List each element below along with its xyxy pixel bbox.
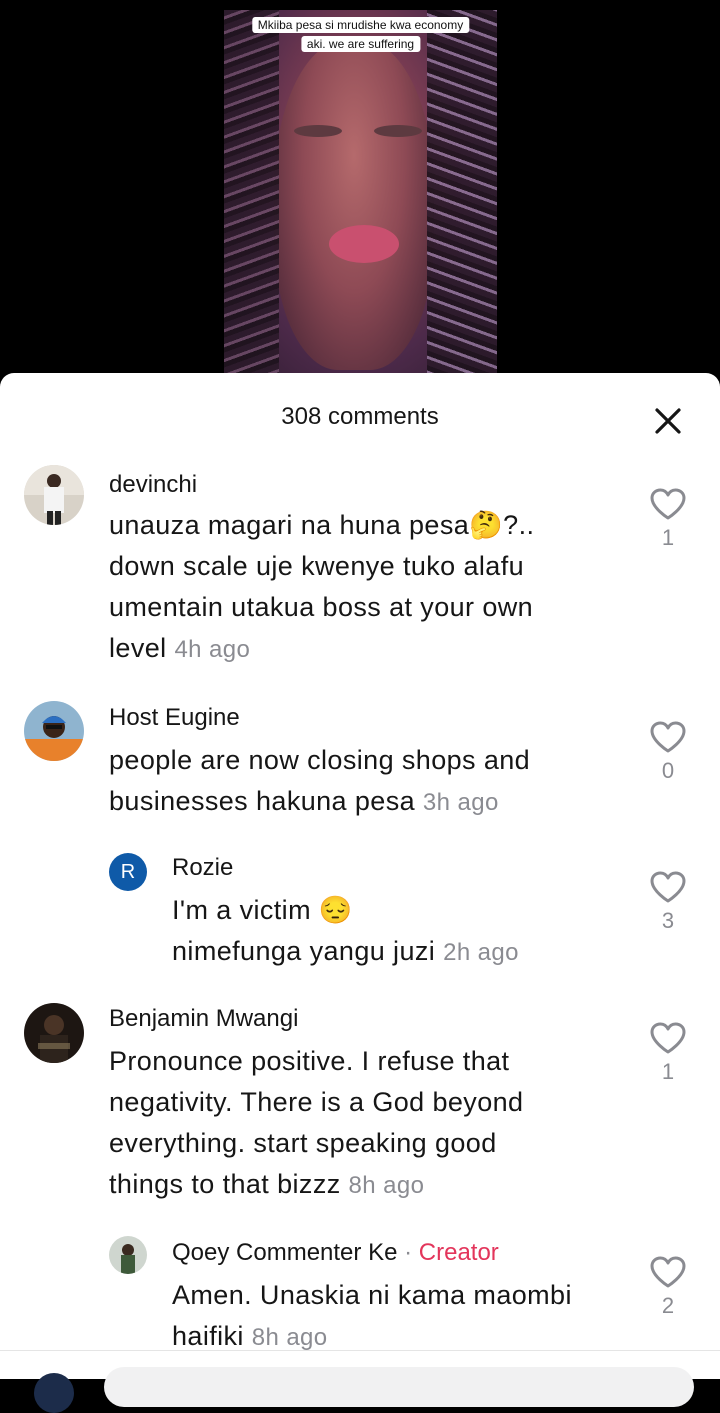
heart-icon [650, 1022, 686, 1054]
like-button[interactable]: 1 [646, 487, 690, 551]
comment-input-bar [0, 1350, 720, 1413]
like-count: 1 [661, 525, 675, 550]
comment-time: 8h ago [251, 1324, 328, 1351]
video-caption-line1: Mkiiba pesa si mrudishe kwa economy [251, 17, 470, 33]
avatar[interactable] [24, 701, 84, 761]
comment-input[interactable] [104, 1367, 694, 1407]
comment-username[interactable]: Rozie [172, 854, 233, 882]
comment-text-line: negativity. There is a God beyond [109, 1087, 524, 1117]
video-face [274, 40, 434, 370]
video-caption-line2: aki. we are suffering [300, 36, 421, 52]
comment-text-line: level [109, 633, 167, 663]
like-count: 3 [661, 908, 675, 933]
video-eye-right [374, 125, 422, 137]
video-player[interactable]: Mkiiba pesa si mrudishe kwa economy aki.… [0, 0, 720, 380]
like-count: 2 [661, 1293, 675, 1318]
comments-sheet: 308 comments devinchi unauza magari na h… [0, 373, 720, 1378]
comment-text-line: unauza magari na huna pesa🤔?.. [109, 510, 535, 540]
comment-text: unauza magari na huna pesa🤔?.. down scal… [109, 505, 619, 670]
like-button[interactable]: 0 [646, 720, 690, 784]
comment-username[interactable]: Qoey Commenter Ke [172, 1239, 397, 1266]
comment-text-line: businesses hakuna pesa [109, 786, 416, 816]
comment-username[interactable]: devinchi [109, 471, 197, 499]
comment-time: 3h ago [422, 789, 499, 816]
comments-header: 308 comments [0, 373, 720, 463]
comment-text-line: everything. start speaking good [109, 1128, 497, 1158]
like-count: 0 [661, 758, 675, 783]
video-frame[interactable]: Mkiiba pesa si mrudishe kwa economy aki.… [224, 10, 497, 380]
like-button[interactable]: 1 [646, 1021, 690, 1085]
comment-text: I'm a victim 😔 nimefunga yangu juzi 2h a… [172, 890, 622, 973]
comments-count: 308 comments [281, 403, 439, 430]
comment-text-line: people are now closing shops and [109, 745, 531, 775]
avatar-initial: R [120, 860, 136, 883]
comment-username[interactable]: Host Eugine [109, 704, 240, 732]
separator-dot: · [404, 1239, 413, 1266]
comment-time: 4h ago [174, 636, 251, 663]
close-icon[interactable] [648, 401, 688, 441]
comment-text-line: haifiki [172, 1321, 244, 1351]
avatar[interactable]: R [109, 853, 147, 891]
comment-text-line: things to that bizzz [109, 1169, 341, 1199]
avatar[interactable] [24, 1003, 84, 1063]
like-count: 1 [661, 1059, 675, 1084]
comment-time: 8h ago [348, 1172, 425, 1199]
video-hair-left [224, 10, 279, 380]
comment-text: Pronounce positive. I refuse that negati… [109, 1041, 619, 1206]
video-eye-left [294, 125, 342, 137]
avatar[interactable] [24, 465, 84, 525]
comment-text: people are now closing shops and busines… [109, 740, 619, 823]
heart-icon [650, 871, 686, 903]
comment-username[interactable]: Benjamin Mwangi [109, 1005, 298, 1033]
creator-badge: Creator [418, 1239, 499, 1266]
comment-text: Amen. Unaskia ni kama maombi haifiki 8h … [172, 1275, 642, 1358]
heart-icon [650, 1256, 686, 1288]
like-button[interactable]: 2 [646, 1255, 690, 1319]
video-lips [329, 225, 399, 263]
video-hair-right [427, 10, 497, 380]
avatar[interactable] [109, 1236, 147, 1274]
comment-text-line: down scale uje kwenye tuko alafu [109, 551, 525, 581]
heart-icon [650, 721, 686, 753]
my-avatar[interactable] [34, 1373, 74, 1413]
comment-text-line: I'm a victim 😔 [172, 895, 353, 925]
heart-icon [650, 488, 686, 520]
comment-time: 2h ago [443, 939, 519, 966]
comment-header: Qoey Commenter Ke · Creator [172, 1239, 499, 1267]
comment-text-line: Amen. Unaskia ni kama maombi [172, 1280, 572, 1310]
comment-text-line: Pronounce positive. I refuse that [109, 1046, 510, 1076]
comment-text-line: umentain utakua boss at your own [109, 592, 534, 622]
like-button[interactable]: 3 [646, 870, 690, 934]
comment-text-line: nimefunga yangu juzi [172, 936, 436, 966]
